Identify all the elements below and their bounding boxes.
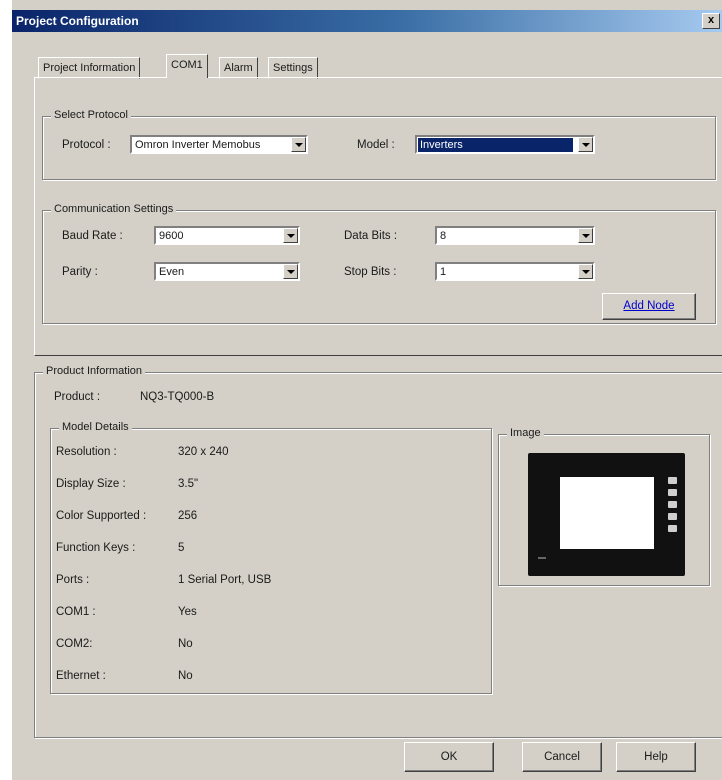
title-bar[interactable]: Project Configuration x (12, 10, 722, 32)
tab-alarm[interactable]: Alarm (219, 57, 258, 79)
resolution-label: Resolution : (56, 446, 117, 458)
ports-value: 1 Serial Port, USB (178, 574, 272, 586)
baud-rate-label: Baud Rate : (62, 230, 123, 242)
group-label: Image (507, 427, 544, 439)
cancel-label: Cancel (544, 751, 580, 763)
parity-select[interactable]: Even (154, 262, 300, 281)
chevron-down-icon[interactable] (578, 137, 593, 152)
parity-value: Even (159, 266, 185, 278)
protocol-value: Omron Inverter Memobus (135, 139, 261, 151)
baud-rate-value: 9600 (159, 230, 184, 242)
help-label: Help (644, 751, 668, 763)
function-key-icon (668, 501, 677, 508)
tab-label: COM1 (171, 59, 203, 71)
add-node-button[interactable]: Add Node (602, 293, 696, 320)
group-label: Product Information (43, 365, 145, 377)
add-node-label: Add Node (623, 300, 675, 312)
tab-label: Settings (273, 62, 313, 74)
group-label: Select Protocol (51, 109, 131, 121)
help-button[interactable]: Help (616, 742, 696, 772)
data-bits-value: 8 (440, 230, 447, 242)
chevron-down-icon[interactable] (578, 228, 593, 243)
color-supported-value: 256 (178, 510, 198, 522)
product-value: NQ3-TQ000-B (140, 391, 215, 403)
close-icon: x (707, 14, 715, 26)
tab-com1[interactable]: COM1 (166, 54, 208, 78)
model-select[interactable]: Inverters (415, 135, 595, 154)
stop-bits-select[interactable]: 1 (435, 262, 595, 281)
group-label: Communication Settings (51, 203, 177, 215)
color-supported-label: Color Supported : (56, 510, 147, 522)
function-key-icon (668, 525, 677, 532)
baud-rate-select[interactable]: 9600 (154, 226, 300, 245)
device-screen (560, 477, 654, 549)
product-label: Product : (54, 391, 101, 403)
model-value: Inverters (418, 138, 573, 152)
chevron-down-icon[interactable] (283, 228, 298, 243)
com2-label: COM2: (56, 638, 93, 650)
com2-value: No (178, 638, 193, 650)
model-details-group: Model Details (50, 421, 492, 694)
ports-label: Ports : (56, 574, 90, 586)
stop-bits-value: 1 (440, 266, 447, 278)
project-configuration-dialog: Project Configuration x Project Informat… (12, 0, 722, 780)
ok-label: OK (440, 751, 458, 763)
protocol-label: Protocol : (62, 139, 111, 151)
parity-label: Parity : (62, 266, 98, 278)
com1-value: Yes (178, 606, 197, 618)
stop-bits-label: Stop Bits : (344, 266, 397, 278)
model-label: Model : (357, 139, 395, 151)
window-title: Project Configuration (16, 14, 139, 28)
function-key-icon (668, 477, 677, 484)
ethernet-label: Ethernet : (56, 670, 106, 682)
product-image (528, 453, 685, 576)
protocol-select[interactable]: Omron Inverter Memobus (130, 135, 308, 154)
function-keys-value: 5 (178, 542, 185, 554)
tab-project-information[interactable]: Project Information (38, 57, 141, 79)
function-key-icon (668, 489, 677, 496)
tab-label: Project Information (43, 62, 136, 74)
resolution-value: 320 x 240 (178, 446, 229, 458)
chevron-down-icon[interactable] (291, 137, 306, 152)
ethernet-value: No (178, 670, 193, 682)
chevron-down-icon[interactable] (283, 264, 298, 279)
cancel-button[interactable]: Cancel (522, 742, 602, 772)
tab-label: Alarm (224, 62, 253, 74)
ok-button[interactable]: OK (404, 742, 494, 772)
data-bits-select[interactable]: 8 (435, 226, 595, 245)
display-size-label: Display Size : (56, 478, 126, 490)
brand-mark-icon (538, 557, 546, 559)
chevron-down-icon[interactable] (578, 264, 593, 279)
com1-label: COM1 : (56, 606, 96, 618)
tab-settings[interactable]: Settings (268, 57, 318, 79)
function-keys-label: Function Keys : (56, 542, 136, 554)
data-bits-label: Data Bits : (344, 230, 398, 242)
function-key-icon (668, 513, 677, 520)
group-label: Model Details (59, 421, 132, 433)
display-size-value: 3.5" (178, 478, 199, 490)
close-button[interactable]: x (702, 13, 720, 29)
